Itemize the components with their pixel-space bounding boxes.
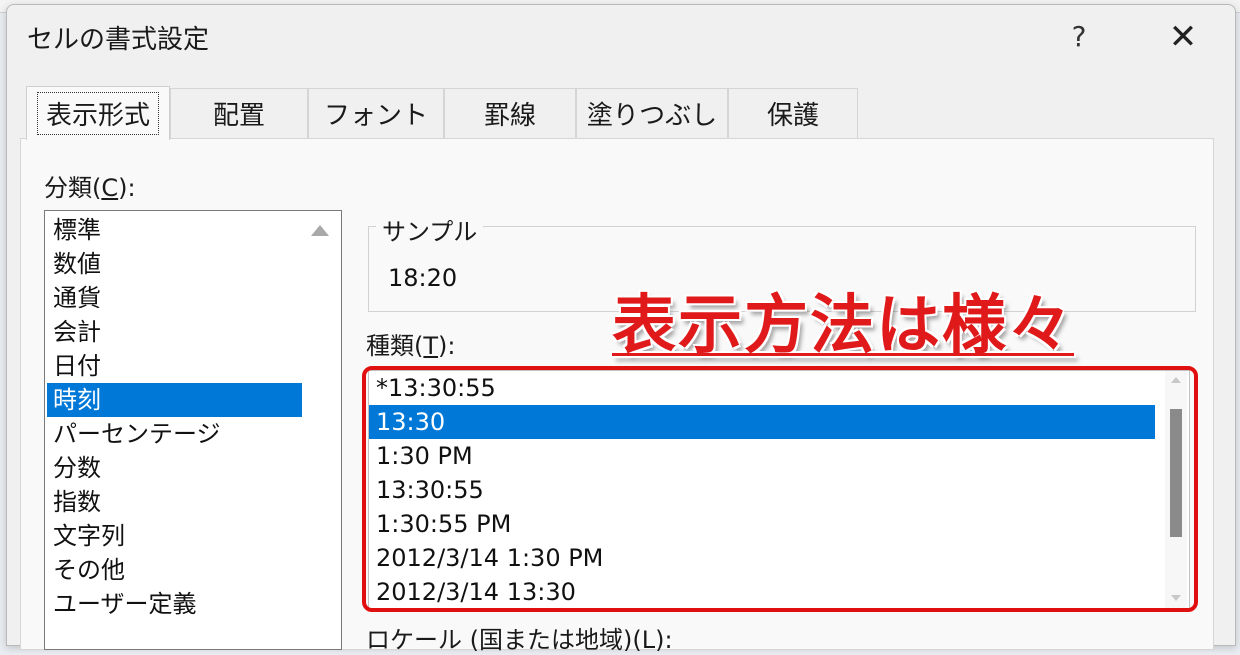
scroll-down-arrow-icon[interactable]: [1171, 595, 1181, 601]
scroll-up-arrow-icon[interactable]: [311, 225, 329, 236]
close-button[interactable]: ✕: [1159, 13, 1207, 61]
tab-number-format[interactable]: 表示形式: [26, 86, 170, 140]
annotation-text: 表示方法は様々: [612, 289, 1074, 363]
title-bar: セルの書式設定 ? ✕: [7, 5, 1235, 69]
category-list[interactable]: 標準 数値 通貨 会計 日付 時刻 パーセンテージ 分数 指数 文字列 その他 …: [44, 210, 342, 650]
tab-font[interactable]: フォント: [308, 88, 444, 138]
tab-alignment[interactable]: 配置: [170, 88, 308, 138]
category-item-text[interactable]: 文字列: [47, 519, 302, 553]
category-item-date[interactable]: 日付: [47, 349, 302, 383]
tab-protection[interactable]: 保護: [728, 88, 858, 138]
sample-title: サンプル: [376, 212, 484, 247]
category-item-standard[interactable]: 標準: [47, 213, 302, 247]
dialog-title: セルの書式設定: [27, 25, 210, 55]
category-item-fraction[interactable]: 分数: [47, 451, 302, 485]
type-item[interactable]: 1:30 PM: [369, 439, 1155, 473]
category-item-number[interactable]: 数値: [47, 247, 302, 281]
category-item-accounting[interactable]: 会計: [47, 315, 302, 349]
tab-label: 塗りつぶし: [586, 101, 718, 131]
category-item-custom[interactable]: ユーザー定義: [47, 587, 302, 621]
category-item-time[interactable]: 時刻: [47, 383, 302, 417]
type-item-selected[interactable]: 13:30: [369, 405, 1155, 439]
tab-label: 保護: [766, 101, 819, 131]
type-item[interactable]: 2012/3/14 13:30: [369, 575, 1155, 609]
scrollbar-thumb[interactable]: [1170, 409, 1182, 537]
category-item-currency[interactable]: 通貨: [47, 281, 302, 315]
type-label: 種類(T):: [366, 332, 456, 360]
category-item-special[interactable]: その他: [47, 553, 302, 587]
category-label: 分類(C):: [44, 174, 136, 202]
help-button[interactable]: ?: [1059, 13, 1099, 61]
type-item[interactable]: 13:30:55: [369, 473, 1155, 507]
type-item[interactable]: 2012/3/14 1:30 PM: [369, 541, 1155, 575]
type-list[interactable]: *13:30:55 13:30 1:30 PM 13:30:55 1:30:55…: [368, 370, 1190, 610]
type-item[interactable]: *13:30:55: [369, 371, 1155, 405]
type-item[interactable]: 1:30:55 PM: [369, 507, 1155, 541]
tab-label: 配置: [212, 101, 265, 131]
tab-label: フォント: [323, 101, 428, 131]
tab-border[interactable]: 罫線: [444, 88, 576, 138]
tab-label: 表示形式: [36, 92, 159, 135]
tab-label: 罫線: [483, 101, 536, 131]
category-item-percentage[interactable]: パーセンテージ: [47, 417, 302, 451]
locale-label: ロケール (国または地域)(L):: [366, 626, 673, 654]
tab-fill[interactable]: 塗りつぶし: [576, 88, 728, 138]
type-list-scrollbar[interactable]: [1165, 371, 1187, 609]
category-item-scientific[interactable]: 指数: [47, 485, 302, 519]
scroll-up-arrow-icon[interactable]: [1171, 377, 1181, 383]
sample-value: 18:20: [388, 264, 458, 292]
